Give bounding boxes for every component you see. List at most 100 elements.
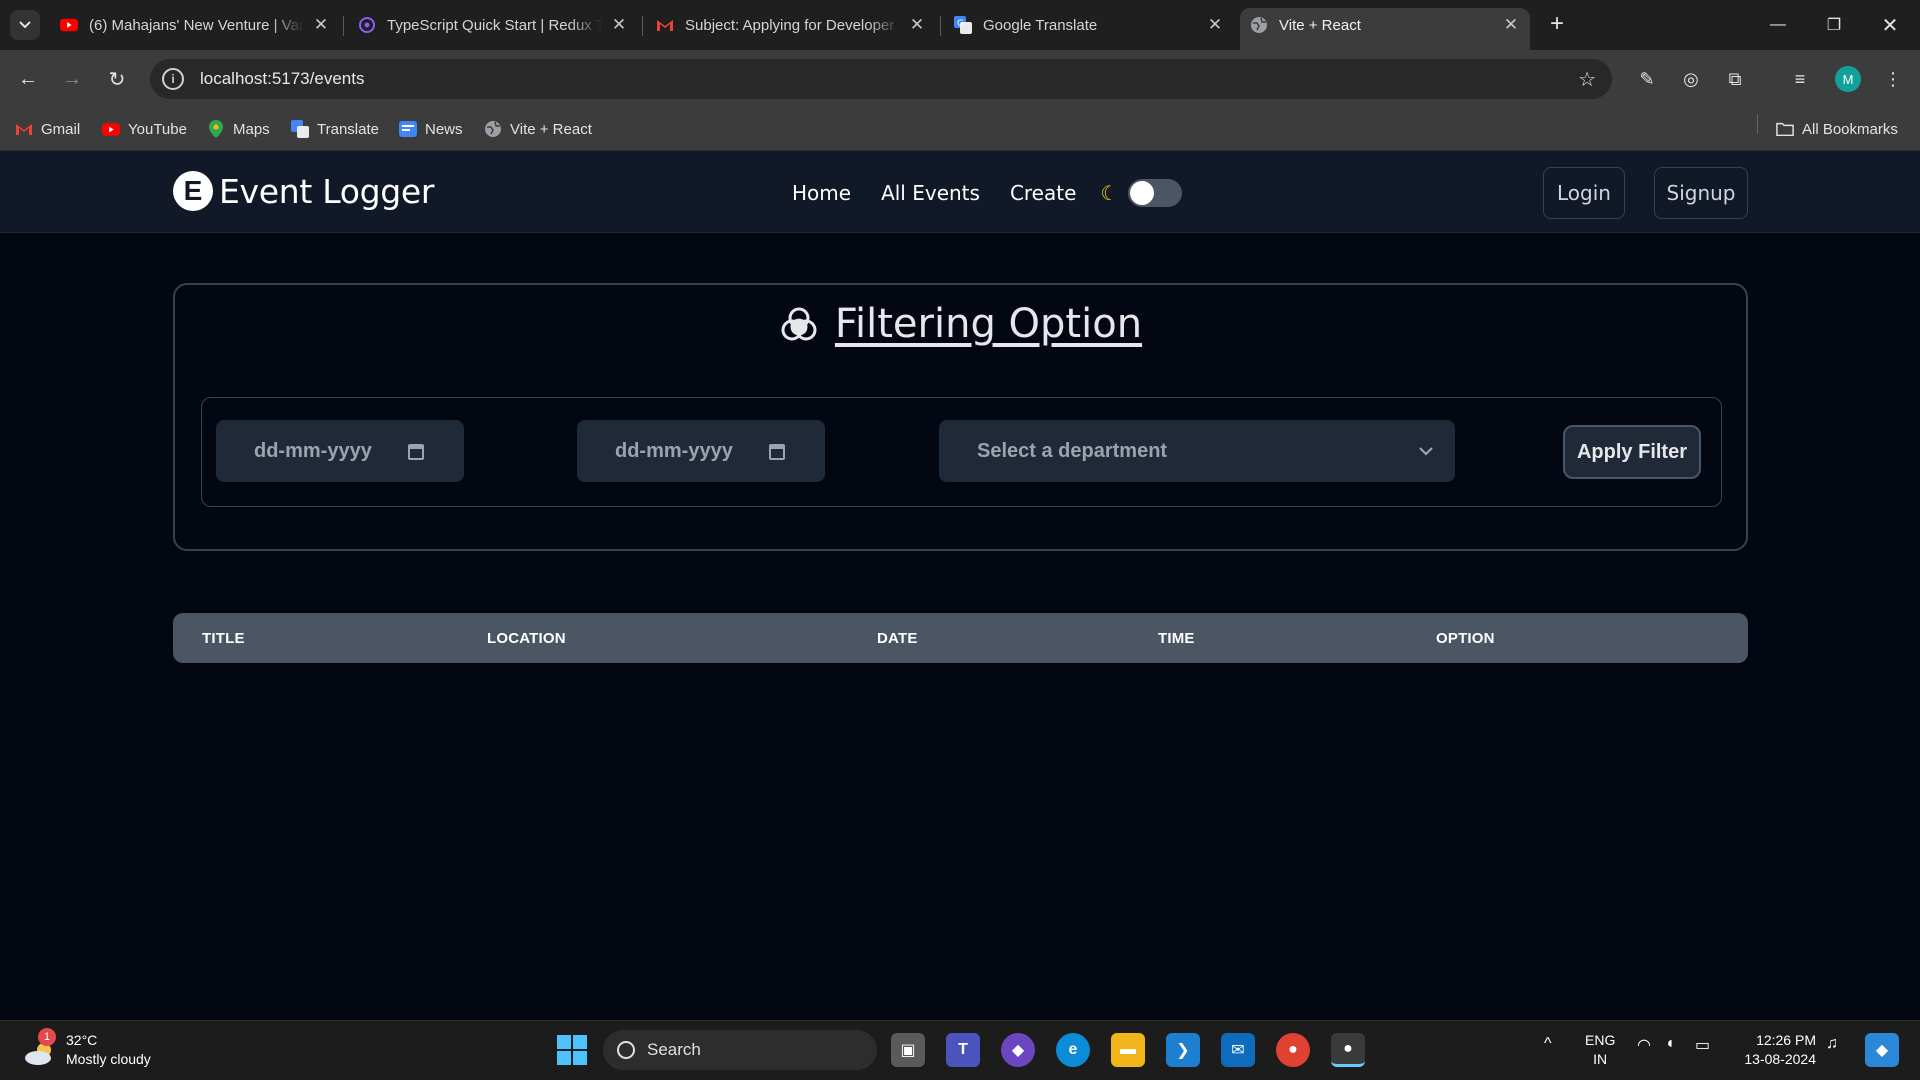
tab-search-button[interactable] bbox=[10, 10, 40, 40]
select-placeholder: Select a department bbox=[977, 439, 1168, 462]
edge-icon[interactable]: e bbox=[1056, 1033, 1090, 1067]
reload-button[interactable]: ↻ bbox=[102, 64, 132, 94]
brand[interactable]: E Event Logger bbox=[173, 171, 434, 211]
site-info-icon[interactable]: i bbox=[162, 68, 184, 90]
chrome-icon[interactable]: ● bbox=[1276, 1033, 1310, 1067]
file-explorer-icon[interactable]: ▬ bbox=[1111, 1033, 1145, 1067]
taskbar-search[interactable]: Search bbox=[603, 1030, 877, 1070]
url-text: localhost:5173/events bbox=[200, 69, 365, 88]
battery-icon[interactable]: ▭ bbox=[1695, 1035, 1710, 1055]
browser-tab[interactable]: Subject: Applying for Developer ✕ bbox=[646, 8, 936, 42]
globe-icon bbox=[1250, 16, 1268, 34]
login-button[interactable]: Login bbox=[1543, 167, 1625, 219]
filter-circles-icon bbox=[781, 307, 817, 341]
language-bottom[interactable]: IN bbox=[1585, 1050, 1615, 1069]
theme-toggle[interactable] bbox=[1128, 179, 1183, 207]
bookmark-label: Maps bbox=[233, 120, 270, 138]
close-icon[interactable]: ✕ bbox=[1502, 15, 1520, 35]
copilot-pre-icon[interactable]: ◆ bbox=[1865, 1033, 1899, 1067]
clock[interactable]: 12:26 PM 13-08-2024 bbox=[1740, 1031, 1816, 1069]
close-icon[interactable]: ✕ bbox=[908, 15, 926, 35]
filter-heading: Filtering Option bbox=[175, 301, 1746, 347]
address-bar[interactable]: i localhost:5173/events ☆ bbox=[150, 59, 1612, 99]
maps-icon bbox=[207, 120, 225, 138]
date-placeholder: dd-mm-yyyy bbox=[254, 439, 372, 462]
bookmarks-bar: Gmail YouTube Maps Translate News Vite +… bbox=[0, 108, 1920, 151]
bookmark-news[interactable]: News bbox=[399, 118, 463, 140]
notification-bell-icon[interactable]: ♫ bbox=[1826, 1035, 1838, 1053]
folder-icon bbox=[1776, 120, 1794, 138]
redux-icon bbox=[358, 16, 376, 34]
minimize-button[interactable]: — bbox=[1750, 0, 1806, 50]
chevron-up-icon[interactable]: ^ bbox=[1544, 1035, 1552, 1053]
browser-tab[interactable]: TypeScript Quick Start | Redux Toolkit ✕ bbox=[348, 8, 638, 42]
bookmark-maps[interactable]: Maps bbox=[207, 118, 270, 140]
date-placeholder: dd-mm-yyyy bbox=[615, 439, 733, 462]
restore-button[interactable]: ❐ bbox=[1806, 0, 1862, 50]
nav-home-link[interactable]: Home bbox=[792, 181, 851, 205]
filter-title: Filtering Option bbox=[834, 301, 1143, 347]
taskbar-search-label: Search bbox=[647, 1040, 701, 1059]
close-icon[interactable]: ✕ bbox=[312, 15, 330, 35]
task-view-icon[interactable]: ▣ bbox=[891, 1033, 925, 1067]
teams-icon[interactable]: T bbox=[946, 1033, 980, 1067]
translate-icon bbox=[291, 120, 309, 138]
svg-text:G: G bbox=[957, 19, 964, 29]
chrome-profile-icon[interactable]: ● bbox=[1331, 1033, 1365, 1067]
extension-target-icon[interactable]: ◎ bbox=[1678, 66, 1704, 92]
bookmark-gmail[interactable]: Gmail bbox=[15, 118, 80, 140]
calendar-icon[interactable] bbox=[408, 442, 424, 460]
wifi-icon[interactable]: ◠ bbox=[1637, 1035, 1651, 1055]
moon-icon: ☾ bbox=[1100, 182, 1119, 205]
department-select[interactable]: Select a department bbox=[939, 420, 1455, 482]
nav-all-events-link[interactable]: All Events bbox=[881, 181, 980, 205]
browser-tab[interactable]: G Google Translate ✕ bbox=[944, 8, 1234, 42]
end-date-input[interactable]: dd-mm-yyyy bbox=[577, 420, 825, 482]
apply-filter-button[interactable]: Apply Filter bbox=[1563, 425, 1701, 479]
forward-button[interactable]: → bbox=[57, 64, 87, 94]
profile-avatar[interactable]: M bbox=[1835, 66, 1861, 92]
tab-divider bbox=[940, 16, 941, 36]
signup-button[interactable]: Signup bbox=[1654, 167, 1748, 219]
clock-time: 12:26 PM bbox=[1756, 1032, 1816, 1048]
windows-start-icon[interactable] bbox=[557, 1035, 587, 1065]
calendar-icon[interactable] bbox=[769, 442, 785, 460]
extensions-puzzle-icon[interactable]: ⧉ bbox=[1722, 66, 1748, 92]
close-icon[interactable]: ✕ bbox=[1206, 15, 1224, 35]
search-icon bbox=[617, 1041, 635, 1059]
weather-widget[interactable]: 1 32°C Mostly cloudy bbox=[22, 1028, 151, 1069]
nav-create-link[interactable]: Create bbox=[1010, 181, 1076, 205]
bookmark-youtube[interactable]: YouTube bbox=[102, 118, 187, 140]
back-button[interactable]: ← bbox=[13, 64, 43, 94]
browser-tab[interactable]: (6) Mahajans' New Venture | Vani ✕ bbox=[50, 8, 340, 42]
media-controls-icon[interactable]: ≡ bbox=[1787, 66, 1813, 92]
start-date-input[interactable]: dd-mm-yyyy bbox=[216, 420, 464, 482]
tab-title: Vite + React bbox=[1279, 16, 1361, 34]
close-window-button[interactable]: ✕ bbox=[1862, 0, 1918, 50]
tab-divider bbox=[343, 16, 344, 36]
weather-badge: 1 bbox=[38, 1028, 56, 1046]
volume-icon[interactable]: ◖ bbox=[1665, 1035, 1675, 1053]
mail-icon[interactable]: ✉ bbox=[1221, 1033, 1255, 1067]
close-icon[interactable]: ✕ bbox=[610, 15, 628, 35]
tab-title: Google Translate bbox=[983, 16, 1098, 34]
nav-links: Home All Events Create ☾ bbox=[792, 179, 1183, 207]
browser-tab-active[interactable]: Vite + React ✕ bbox=[1240, 8, 1530, 50]
globe-icon bbox=[484, 120, 502, 138]
bookmark-star-icon[interactable]: ☆ bbox=[1578, 67, 1596, 92]
vscode-icon[interactable]: ❯ bbox=[1166, 1033, 1200, 1067]
events-table-header: TITLE LOCATION DATE TIME OPTION bbox=[173, 613, 1748, 663]
menu-dots-icon[interactable]: ⋮ bbox=[1880, 66, 1906, 92]
all-bookmarks-button[interactable]: All Bookmarks bbox=[1776, 118, 1898, 140]
eyedropper-icon[interactable]: ✎ bbox=[1634, 66, 1660, 92]
bookmark-vite-react[interactable]: Vite + React bbox=[484, 118, 592, 140]
weather-temp: 32°C bbox=[66, 1032, 98, 1048]
bookmark-translate[interactable]: Translate bbox=[291, 118, 379, 140]
language-top[interactable]: ENG bbox=[1585, 1031, 1615, 1050]
bookmark-label: Vite + React bbox=[510, 120, 592, 138]
new-tab-button[interactable]: + bbox=[1542, 10, 1572, 40]
copilot-icon[interactable]: ◆ bbox=[1001, 1033, 1035, 1067]
bookmark-divider bbox=[1757, 114, 1758, 134]
clock-date: 13-08-2024 bbox=[1744, 1051, 1816, 1067]
weather-condition: Mostly cloudy bbox=[66, 1051, 151, 1067]
